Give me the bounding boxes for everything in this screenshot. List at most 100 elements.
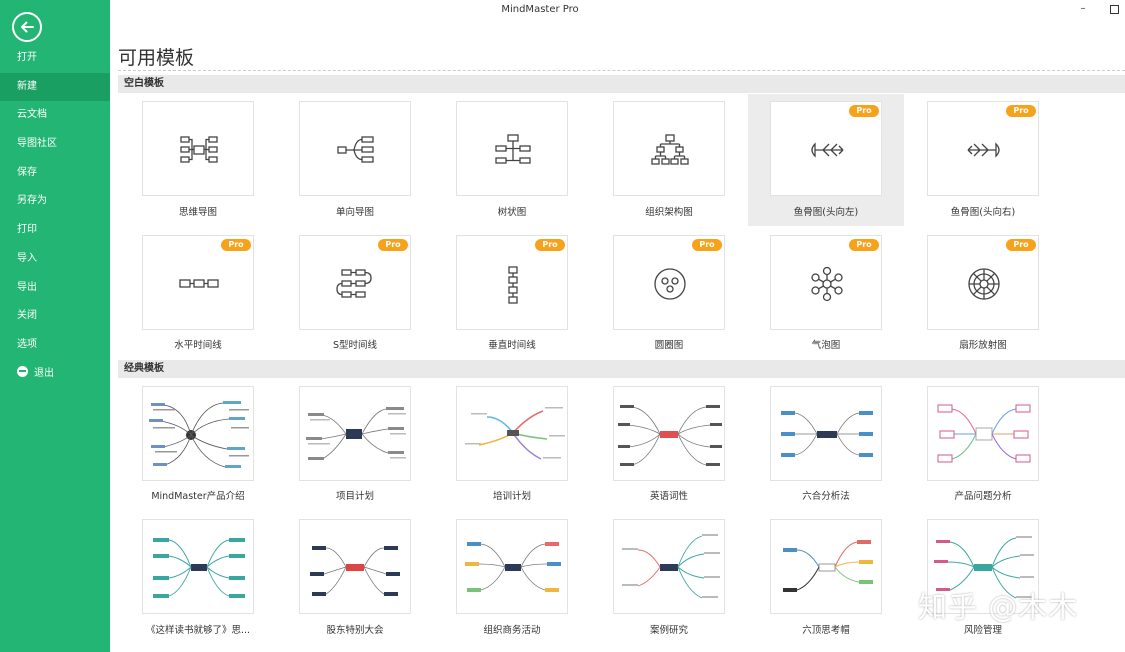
pro-badge: Pro xyxy=(535,239,565,251)
reading-notes-thumbnail-icon xyxy=(153,538,245,598)
classic-template-thumb[interactable] xyxy=(927,386,1039,481)
template-tile-radial-fan[interactable]: Pro xyxy=(927,235,1039,330)
classic-template-thumb[interactable] xyxy=(770,519,882,614)
template-label: 水平时间线 xyxy=(174,340,222,351)
classic-template-thumb[interactable] xyxy=(456,519,568,614)
section-header-classic: 经典模板 xyxy=(118,360,1125,378)
english-pos-thumbnail-icon xyxy=(618,405,722,466)
six-hats-thumbnail-icon xyxy=(783,540,873,592)
app-title: MindMaster Pro xyxy=(501,4,579,15)
sidebar-item-cloud-docs[interactable]: 云文档 xyxy=(0,101,110,130)
sidebar: 打开 新建 云文档 导图社区 保存 另存为 打印 导入 导出 关闭 选项 退出 xyxy=(0,0,110,652)
sidebar-menu: 打开 新建 云文档 导图社区 保存 另存为 打印 导入 导出 关闭 选项 退出 xyxy=(0,44,110,388)
s-timeline-icon xyxy=(336,269,372,298)
classic-template-thumb[interactable] xyxy=(613,519,725,614)
pro-badge: Pro xyxy=(849,239,879,251)
classic-template-thumb[interactable] xyxy=(770,386,882,481)
mindmap-icon xyxy=(180,136,218,163)
template-label: 项目计划 xyxy=(335,491,374,502)
horizontal-timeline-icon xyxy=(179,279,219,288)
radial-fan-icon xyxy=(968,268,1000,300)
org-chart-icon xyxy=(651,134,689,165)
fishbone-right-icon xyxy=(967,142,1000,158)
sidebar-item-import[interactable]: 导入 xyxy=(0,245,110,274)
template-label: 思维导图 xyxy=(178,207,217,218)
pro-badge: Pro xyxy=(692,239,722,251)
template-tile-tree[interactable] xyxy=(456,101,568,196)
sidebar-item-export[interactable]: 导出 xyxy=(0,274,110,303)
template-label: 案例研究 xyxy=(649,625,688,636)
sidebar-item-open[interactable]: 打开 xyxy=(0,44,110,73)
classic-template-thumb[interactable] xyxy=(613,386,725,481)
sidebar-item-community[interactable]: 导图社区 xyxy=(0,130,110,159)
pro-badge: Pro xyxy=(378,239,408,251)
sidebar-item-close[interactable]: 关闭 xyxy=(0,302,110,331)
vertical-timeline-icon xyxy=(508,266,518,304)
template-label: 垂直时间线 xyxy=(488,340,536,351)
sidebar-item-print[interactable]: 打印 xyxy=(0,216,110,245)
classic-template-thumb[interactable] xyxy=(299,386,411,481)
classic-template-thumb[interactable] xyxy=(142,519,254,614)
watermark: 知乎 @木木 xyxy=(918,590,1079,624)
tree-icon xyxy=(495,134,531,164)
sidebar-item-save[interactable]: 保存 xyxy=(0,159,110,188)
template-label: 组织商务活动 xyxy=(483,625,541,636)
template-label: 树状图 xyxy=(497,207,527,218)
case-study-thumbnail-icon xyxy=(622,534,720,599)
maximize-button[interactable] xyxy=(1107,2,1121,16)
pro-badge: Pro xyxy=(1006,239,1036,251)
sidebar-item-save-as[interactable]: 另存为 xyxy=(0,187,110,216)
app-window: 打开 新建 云文档 导图社区 保存 另存为 打印 导入 导出 关闭 选项 退出 … xyxy=(0,0,1125,652)
fishbone-left-icon xyxy=(811,142,844,158)
template-label: 《这样读书就够了》思... xyxy=(145,625,251,636)
back-button[interactable] xyxy=(12,12,42,42)
template-tile-right-map[interactable] xyxy=(299,101,411,196)
template-label: MindMaster产品介绍 xyxy=(151,491,245,502)
training-plan-thumbnail-icon xyxy=(465,407,565,460)
template-label: 培训计划 xyxy=(492,491,531,502)
template-tile-fishbone-right[interactable]: Pro xyxy=(927,101,1039,196)
six-analysis-thumbnail-icon xyxy=(781,411,873,457)
sidebar-item-exit-label: 退出 xyxy=(34,367,54,379)
right-map-icon xyxy=(337,136,374,163)
template-label: 鱼骨图(头向右) xyxy=(950,207,1016,218)
template-tile-mindmap[interactable] xyxy=(142,101,254,196)
template-tile-org-chart[interactable] xyxy=(613,101,725,196)
template-tile-circle-map[interactable]: Pro xyxy=(613,235,725,330)
sidebar-item-new[interactable]: 新建 xyxy=(0,72,110,102)
minimize-button[interactable]: – xyxy=(1076,2,1090,16)
pro-badge: Pro xyxy=(221,239,251,251)
template-label: 六合分析法 xyxy=(802,491,850,502)
template-tile-bubble-map[interactable]: Pro xyxy=(770,235,882,330)
template-label: 气泡图 xyxy=(811,340,841,351)
template-label: 鱼骨图(头向左) xyxy=(793,207,859,218)
template-label: 英语词性 xyxy=(649,491,688,502)
template-label: 扇形放射图 xyxy=(959,340,1007,351)
template-label: 产品问题分析 xyxy=(954,491,1012,502)
template-label: 组织架构图 xyxy=(645,207,693,218)
sidebar-item-options[interactable]: 选项 xyxy=(0,331,110,360)
template-tile-vertical-timeline[interactable]: Pro xyxy=(456,235,568,330)
sidebar-item-exit[interactable]: 退出 xyxy=(0,360,110,389)
pro-badge: Pro xyxy=(849,105,879,117)
template-label: 六顶思考帽 xyxy=(802,625,850,636)
project-plan-thumbnail-icon xyxy=(306,407,406,460)
template-tile-horizontal-timeline[interactable]: Pro xyxy=(142,235,254,330)
classic-template-thumb[interactable] xyxy=(456,386,568,481)
template-label: S型时间线 xyxy=(332,340,378,351)
bubble-map-icon xyxy=(811,266,843,302)
title-bar: MindMaster Pro – xyxy=(110,0,1125,22)
template-tile-fishbone-left[interactable]: Pro xyxy=(770,101,882,196)
minus-circle-icon xyxy=(17,365,28,377)
section-header-blank: 空白模板 xyxy=(118,75,1125,93)
arrow-left-icon xyxy=(21,21,34,33)
classic-template-thumb[interactable] xyxy=(299,519,411,614)
divider xyxy=(118,70,1125,71)
template-tile-s-timeline[interactable]: Pro xyxy=(299,235,411,330)
classic-template-thumb[interactable] xyxy=(142,386,254,481)
page-title: 可用模板 xyxy=(118,47,195,69)
shareholder-meeting-thumbnail-icon xyxy=(310,546,400,596)
mindmap-thumbnail-icon xyxy=(149,401,249,468)
template-label: 圆圈图 xyxy=(654,340,684,351)
template-label: 股东特别大会 xyxy=(326,625,384,636)
